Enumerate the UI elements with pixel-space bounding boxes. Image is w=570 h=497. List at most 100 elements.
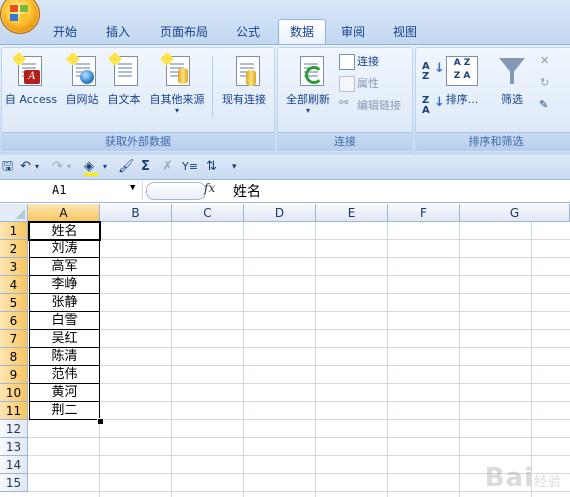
insert-function-icon[interactable]: fx (204, 181, 222, 200)
sort-button[interactable]: 排序... (442, 91, 482, 107)
existing-connections-button[interactable]: 现有连接 (217, 91, 271, 107)
web-icon (65, 51, 98, 88)
from-web-button[interactable]: 自网站 (62, 91, 102, 107)
reapply-icon[interactable]: ↻ (540, 76, 549, 89)
row-header-5[interactable]: 5 (0, 294, 28, 312)
customize-qat-icon[interactable]: ▾ (232, 158, 237, 176)
column-header-b[interactable]: B (100, 204, 172, 222)
gridline-row (28, 347, 570, 348)
cell-a3[interactable]: 高军 (29, 258, 100, 276)
tab-home[interactable]: 开始 (42, 20, 88, 44)
clear-filter-qat-icon[interactable]: ✗ (162, 158, 173, 176)
sort-za-icon[interactable]: Z A ↓ (422, 96, 445, 116)
fill-color-icon[interactable]: ◈ (84, 158, 98, 176)
cell-a6[interactable]: 白雪 (29, 312, 100, 330)
formula-bar-resize-handle[interactable] (146, 182, 206, 200)
gridline-row (28, 365, 570, 366)
column-header-d[interactable]: D (244, 204, 316, 222)
column-header-e[interactable]: E (316, 204, 388, 222)
active-cell-border (28, 221, 101, 241)
tab-data[interactable]: 数据 (278, 19, 326, 45)
fill-color-dropdown-icon[interactable]: ▾ (103, 158, 107, 176)
name-box-dropdown-icon[interactable]: ▼ (130, 183, 135, 193)
gridline-col (387, 222, 388, 497)
gridline-row (28, 239, 570, 240)
office-logo-icon (10, 5, 30, 23)
column-header-c[interactable]: C (172, 204, 244, 222)
column-header-g[interactable]: G (460, 204, 570, 222)
separator (212, 56, 213, 118)
other-sources-icon (159, 51, 192, 88)
row-header-14[interactable]: 14 (0, 456, 28, 474)
from-access-button[interactable]: 自 Access (2, 91, 60, 107)
row-header-1[interactable]: 1 (0, 222, 28, 240)
row-header-7[interactable]: 7 (0, 330, 28, 348)
row-header-9[interactable]: 9 (0, 366, 28, 384)
gridline-row (28, 257, 570, 258)
cell-a2[interactable]: 刘涛 (29, 240, 100, 258)
row-header-12[interactable]: 12 (0, 420, 28, 438)
row-header-3[interactable]: 3 (0, 258, 28, 276)
sort-qat-icon[interactable]: ⇅ (206, 158, 217, 176)
undo-dropdown-icon[interactable]: ▾ (35, 158, 39, 176)
from-text-button[interactable]: 自文本 (104, 91, 144, 107)
properties-button[interactable]: 属性 (357, 75, 379, 91)
existing-connections-icon (232, 54, 262, 88)
gridline-col (243, 222, 244, 497)
gridline-row (28, 419, 570, 420)
row-header-2[interactable]: 2 (0, 240, 28, 258)
tab-insert[interactable]: 插入 (92, 20, 144, 44)
name-box[interactable]: A1 ▼ (0, 181, 143, 200)
gridline-row (28, 437, 570, 438)
gridline-row (28, 275, 570, 276)
access-icon: A (11, 51, 44, 88)
row-header-11[interactable]: 11 (0, 402, 28, 420)
redo-dropdown-icon[interactable]: ▾ (67, 158, 71, 176)
fill-handle[interactable] (97, 418, 104, 425)
cell-a5[interactable]: 张静 (29, 294, 100, 312)
clear-filter-icon[interactable]: ✕ (540, 54, 549, 67)
cell-a9[interactable]: 范伟 (29, 366, 100, 384)
row-header-6[interactable]: 6 (0, 312, 28, 330)
filter-qat-icon[interactable]: Y≡ (182, 158, 198, 176)
group-label-sort-filter: 排序和筛选 (416, 132, 570, 151)
name-box-value: A1 (52, 183, 67, 197)
format-painter-icon[interactable]: 🖌 (118, 158, 135, 176)
cell-a7[interactable]: 吴红 (29, 330, 100, 348)
undo-icon[interactable]: ↶ (20, 158, 31, 176)
other-sources-dropdown-icon[interactable]: ▾ (170, 106, 184, 115)
filter-icon-stem (510, 72, 514, 84)
row-header-15[interactable]: 15 (0, 474, 28, 492)
edit-links-button[interactable]: 编辑链接 (357, 97, 401, 113)
formula-input[interactable]: 姓名 (233, 181, 261, 201)
gridline-col (315, 222, 316, 497)
redo-icon[interactable]: ↷ (52, 158, 63, 176)
row-header-13[interactable]: 13 (0, 438, 28, 456)
cell-a8[interactable]: 陈清 (29, 348, 100, 366)
from-other-sources-button[interactable]: 自其他来源 (146, 91, 208, 107)
advanced-filter-icon[interactable]: ✎ (539, 98, 548, 111)
connections-icon (339, 54, 355, 70)
column-header-a[interactable]: A (28, 204, 100, 222)
cell-a11[interactable]: 荆二 (29, 402, 100, 420)
tab-page-layout[interactable]: 页面布局 (150, 20, 218, 44)
refresh-dropdown-icon[interactable]: ▾ (302, 106, 314, 115)
filter-button[interactable]: 筛选 (494, 91, 530, 107)
group-label-external: 获取外部数据 (2, 132, 274, 151)
row-header-8[interactable]: 8 (0, 348, 28, 366)
select-all-button[interactable] (0, 204, 28, 222)
tab-formulas[interactable]: 公式 (224, 20, 272, 44)
gridline-row (28, 293, 570, 294)
cell-a10[interactable]: 黄河 (29, 384, 100, 402)
tab-view[interactable]: 视图 (382, 20, 428, 44)
sort-az-icon[interactable]: A Z ↓ (422, 62, 445, 82)
row-header-10[interactable]: 10 (0, 384, 28, 402)
autosum-icon[interactable]: Σ (141, 158, 150, 176)
save-icon[interactable]: 🖫 (2, 158, 13, 176)
connections-button[interactable]: 连接 (357, 53, 379, 69)
cell-a4[interactable]: 李峥 (29, 276, 100, 294)
refresh-all-button[interactable]: 全部刷新 (282, 91, 334, 107)
tab-review[interactable]: 审阅 (330, 20, 376, 44)
row-header-4[interactable]: 4 (0, 276, 28, 294)
column-header-f[interactable]: F (388, 204, 460, 222)
